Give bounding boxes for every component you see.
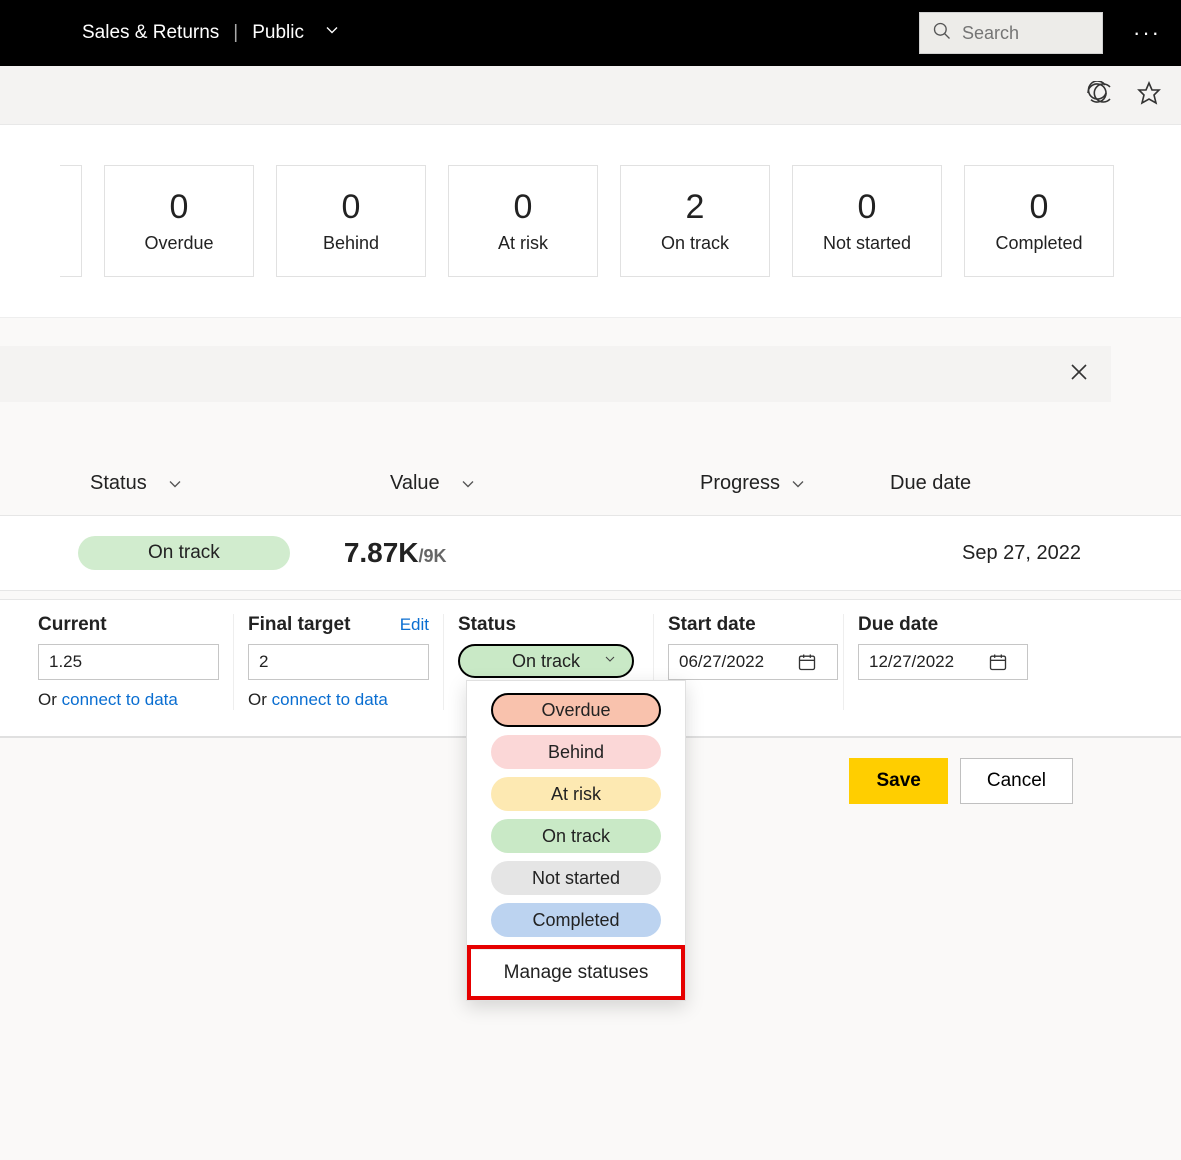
col-value[interactable]: Value <box>390 472 700 495</box>
card-value: 0 <box>170 188 189 227</box>
chevron-down-icon <box>165 474 185 494</box>
current-input[interactable] <box>38 644 219 680</box>
chevron-down-icon <box>788 474 808 494</box>
breadcrumb-item-2[interactable]: Public <box>252 22 304 44</box>
connect-to-data-link[interactable]: connect to data <box>62 690 178 709</box>
field-label: Current <box>38 614 107 636</box>
connect-hint: Or connect to data <box>248 690 429 710</box>
edit-form: Current Or connect to data Final target … <box>0 599 1181 738</box>
sub-bar <box>0 66 1181 125</box>
value-main: 7.87K <box>344 537 419 568</box>
more-button[interactable]: ··· <box>1133 20 1161 46</box>
card-value: 0 <box>514 188 533 227</box>
card-not-started[interactable]: 0 Not started <box>792 165 942 277</box>
top-bar: Sales & Returns | Public ··· <box>0 0 1181 66</box>
card-value: 0 <box>858 188 877 227</box>
card-behind[interactable]: 0 Behind <box>276 165 426 277</box>
cancel-button[interactable]: Cancel <box>960 758 1073 804</box>
star-icon[interactable] <box>1137 81 1161 110</box>
card-completed[interactable]: 0 Completed <box>964 165 1114 277</box>
close-icon[interactable] <box>1067 360 1091 389</box>
metric-row[interactable]: On track 7.87K/9K Sep 27, 2022 <box>0 515 1181 591</box>
column-headers: Status Value Progress Due date <box>0 402 1181 515</box>
panel-top-bar <box>0 346 1111 402</box>
col-due-date[interactable]: Due date <box>890 472 1040 495</box>
status-option-behind[interactable]: Behind <box>491 735 661 769</box>
breadcrumb-item-1[interactable]: Sales & Returns <box>82 22 219 44</box>
connect-to-data-link[interactable]: connect to data <box>272 690 388 709</box>
card-label: Behind <box>323 233 379 254</box>
card-overdue[interactable]: 0 Overdue <box>104 165 254 277</box>
chevron-down-icon <box>458 474 478 494</box>
card-value: 0 <box>1030 188 1049 227</box>
edit-link[interactable]: Edit <box>400 615 429 635</box>
status-dropdown: Overdue Behind At risk On track Not star… <box>466 680 686 1001</box>
col-progress[interactable]: Progress <box>700 472 890 495</box>
status-option-completed[interactable]: Completed <box>491 903 661 937</box>
status-option-at-risk[interactable]: At risk <box>491 777 661 811</box>
calendar-icon[interactable] <box>988 652 1008 677</box>
save-button[interactable]: Save <box>849 758 947 804</box>
col-label: Progress <box>700 472 780 495</box>
card-label: On track <box>661 233 729 254</box>
card-stub <box>60 165 82 277</box>
col-status[interactable]: Status <box>90 472 390 495</box>
card-value: 2 <box>686 188 705 227</box>
col-label: Due date <box>890 472 971 495</box>
breadcrumb-divider: | <box>233 22 238 44</box>
status-option-not-started[interactable]: Not started <box>491 861 661 895</box>
col-label: Value <box>390 472 440 495</box>
card-value: 0 <box>342 188 361 227</box>
chevron-down-icon <box>602 651 618 672</box>
col-label: Status <box>90 472 147 495</box>
status-option-on-track[interactable]: On track <box>491 819 661 853</box>
search-icon <box>932 21 952 46</box>
field-current: Current Or connect to data <box>24 614 234 710</box>
field-final-target: Final target Edit Or connect to data <box>234 614 444 710</box>
search-input[interactable] <box>962 23 1090 44</box>
refresh-icon[interactable] <box>1085 81 1113 110</box>
field-label: Due date <box>858 614 938 636</box>
connect-hint: Or connect to data <box>38 690 219 710</box>
card-on-track[interactable]: 2 On track <box>620 165 770 277</box>
value-target: /9K <box>419 546 447 566</box>
card-at-risk[interactable]: 0 At risk <box>448 165 598 277</box>
status-select[interactable]: On track <box>458 644 634 678</box>
field-due-date: Due date <box>844 614 1034 710</box>
metric-value: 7.87K/9K <box>344 537 447 569</box>
status-option-overdue[interactable]: Overdue <box>491 693 661 727</box>
status-pill: On track <box>78 536 290 570</box>
card-label: Overdue <box>144 233 213 254</box>
field-label: Start date <box>668 614 756 636</box>
manage-statuses-link[interactable]: Manage statuses <box>471 949 681 996</box>
status-cards-row: 0 Overdue 0 Behind 0 At risk 2 On track … <box>0 125 1181 318</box>
status-select-value: On track <box>512 651 580 672</box>
calendar-icon[interactable] <box>797 652 817 677</box>
card-label: At risk <box>498 233 548 254</box>
field-label: Status <box>458 614 516 636</box>
search-box[interactable] <box>919 12 1103 54</box>
breadcrumb[interactable]: Sales & Returns | Public <box>82 20 342 46</box>
chevron-down-icon[interactable] <box>322 20 342 46</box>
card-label: Completed <box>995 233 1082 254</box>
card-label: Not started <box>823 233 911 254</box>
final-target-input[interactable] <box>248 644 429 680</box>
due-date-text: Sep 27, 2022 <box>962 542 1081 565</box>
field-label: Final target <box>248 614 350 636</box>
manage-statuses-highlight: Manage statuses <box>467 945 685 1000</box>
